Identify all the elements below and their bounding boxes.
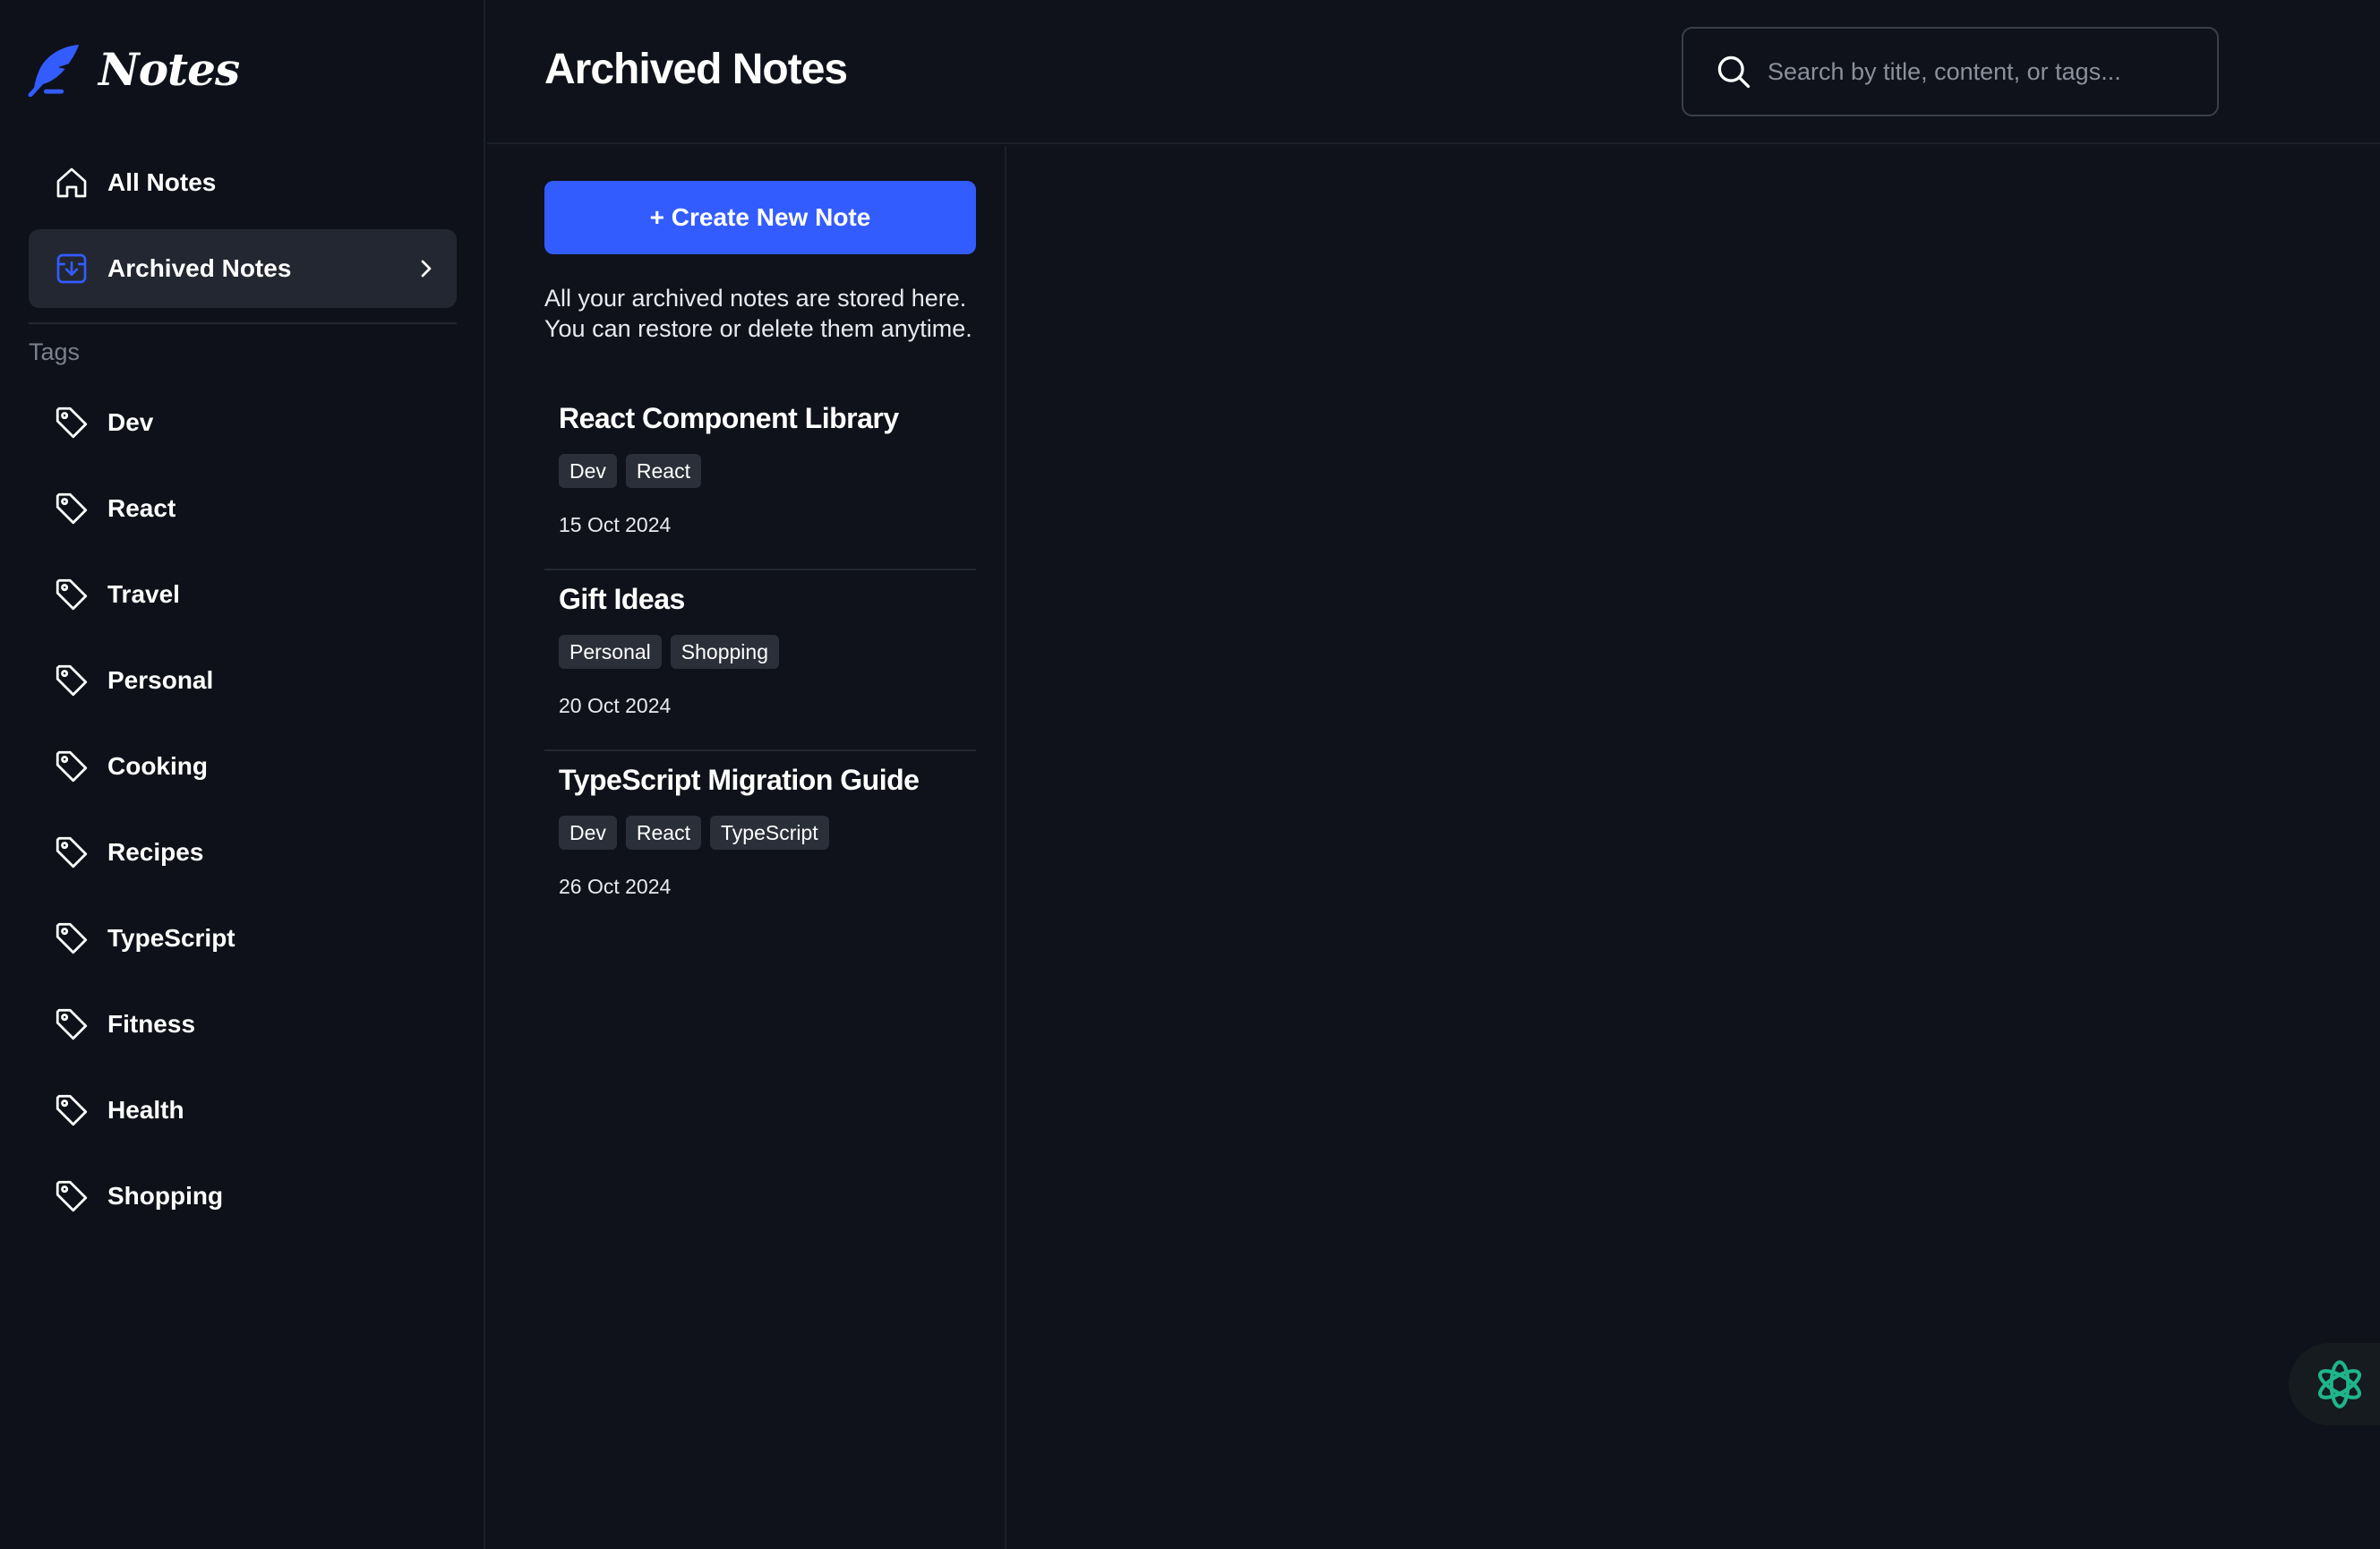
note-tag-chip: React (625, 454, 701, 488)
page-title: Archived Notes (544, 46, 848, 93)
home-icon (52, 163, 91, 202)
sidebar-tag-label: Health (107, 1096, 184, 1124)
sidebar-tag-label: Shopping (107, 1182, 224, 1210)
nav-archived-notes[interactable]: Archived Notes (29, 229, 457, 308)
sidebar-tag-typescript[interactable]: TypeScript (29, 903, 457, 974)
sidebar-tag-health[interactable]: Health (29, 1074, 457, 1146)
note-card[interactable]: React Component Library Dev React 15 Oct 20… (544, 389, 976, 570)
archive-intro-text: All your archived notes are stored here.… (544, 285, 972, 342)
sidebar-tag-cooking[interactable]: Cooking (29, 731, 457, 802)
sidebar-tag-personal[interactable]: Personal (29, 645, 457, 716)
note-title: TypeScript Migration Guide (559, 764, 920, 796)
sidebar-tag-label: Travel (107, 580, 180, 608)
note-card[interactable]: TypeScript Migration Guide Dev React TypeSc… (544, 751, 976, 932)
search-input[interactable] (1768, 57, 2197, 86)
sidebar-tag-label: Personal (107, 666, 214, 694)
note-title: React Component Library (559, 402, 899, 434)
app-root: Notes All Notes Archived Notes Tags Dev … (0, 0, 2380, 1549)
tags-heading: Tags (29, 338, 81, 365)
sidebar-tag-fitness[interactable]: Fitness (29, 988, 457, 1060)
nav-archived-notes-label: Archived Notes (107, 254, 292, 282)
note-tags: Personal Shopping (559, 635, 779, 669)
search-icon (1717, 56, 1751, 89)
nav-all-notes[interactable]: All Notes (29, 143, 457, 222)
ai-assistant-icon (2318, 1360, 2361, 1408)
note-card[interactable]: Gift Ideas Personal Shopping 20 Oct 2024 (544, 570, 976, 751)
tag-icon (52, 1005, 91, 1044)
note-date: 20 Oct 2024 (559, 694, 672, 717)
note-title: Gift Ideas (559, 583, 685, 615)
ai-assistant-button[interactable] (2289, 1343, 2380, 1425)
archive-icon (52, 249, 91, 288)
sidebar-tag-travel[interactable]: Travel (29, 559, 457, 630)
note-tag-chip: Dev (559, 454, 617, 488)
sidebar-tag-label: Fitness (107, 1010, 196, 1038)
search-box[interactable] (1682, 27, 2219, 116)
note-date: 26 Oct 2024 (559, 875, 672, 898)
chevron-right-icon (421, 260, 432, 278)
tag-icon (52, 1177, 91, 1216)
tag-icon (52, 661, 91, 700)
note-tag-chip: Shopping (670, 635, 779, 669)
sidebar-tag-react[interactable]: React (29, 473, 457, 544)
feather-icon (28, 44, 80, 97)
tag-icon (52, 403, 91, 442)
tag-icon (52, 489, 91, 528)
notes-list-column: + Create New Note All your archived note… (487, 146, 1006, 1549)
nav-all-notes-label: All Notes (107, 168, 217, 196)
sidebar-tag-recipes[interactable]: Recipes (29, 817, 457, 888)
note-date: 15 Oct 2024 (559, 513, 672, 536)
sidebar: Notes All Notes Archived Notes Tags Dev … (0, 0, 485, 1549)
tag-icon (52, 1091, 91, 1130)
tag-icon (52, 919, 91, 958)
sidebar-tag-label: Recipes (107, 838, 204, 866)
note-tag-chip: Dev (559, 816, 617, 850)
tag-icon (52, 747, 91, 786)
sidebar-divider (29, 322, 457, 324)
note-tag-chip: TypeScript (710, 816, 829, 850)
logo[interactable]: Notes (27, 38, 240, 100)
sidebar-tag-label: TypeScript (107, 924, 235, 952)
header: Archived Notes (487, 0, 2380, 144)
sidebar-tag-dev[interactable]: Dev (29, 387, 457, 458)
note-tag-chip: Personal (559, 635, 662, 669)
create-note-button[interactable]: + Create New Note (544, 181, 976, 254)
tag-icon (52, 575, 91, 614)
note-tags: Dev React TypeScript (559, 816, 829, 850)
note-tags: Dev React (559, 454, 701, 488)
logo-text: Notes (98, 42, 240, 96)
sidebar-tag-shopping[interactable]: Shopping (29, 1160, 457, 1232)
note-tag-chip: React (625, 816, 701, 850)
sidebar-tag-label: Dev (107, 408, 154, 436)
sidebar-tag-label: React (107, 494, 176, 522)
sidebar-tag-label: Cooking (107, 752, 208, 780)
tag-icon (52, 833, 91, 872)
